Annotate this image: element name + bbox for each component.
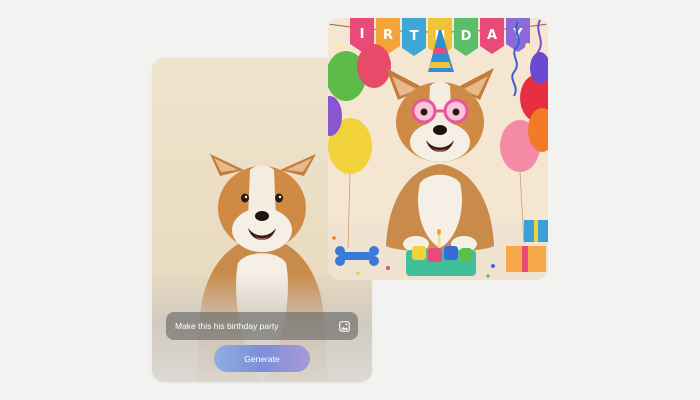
svg-text:I: I (360, 27, 365, 42)
svg-text:A: A (487, 28, 497, 43)
prompt-text: Make this his birthday party (175, 321, 279, 331)
generated-party-image: I R T H D A Y (328, 18, 548, 280)
generated-image-card: I R T H D A Y (328, 18, 548, 280)
svg-text:T: T (410, 29, 419, 44)
generate-button[interactable]: Generate (214, 345, 310, 372)
image-icon[interactable] (339, 320, 350, 332)
showcase-stage: Make this his birthday party Generate I … (0, 0, 700, 400)
svg-text:R: R (383, 28, 393, 43)
svg-text:D: D (461, 29, 472, 44)
prompt-input[interactable]: Make this his birthday party (166, 312, 358, 340)
